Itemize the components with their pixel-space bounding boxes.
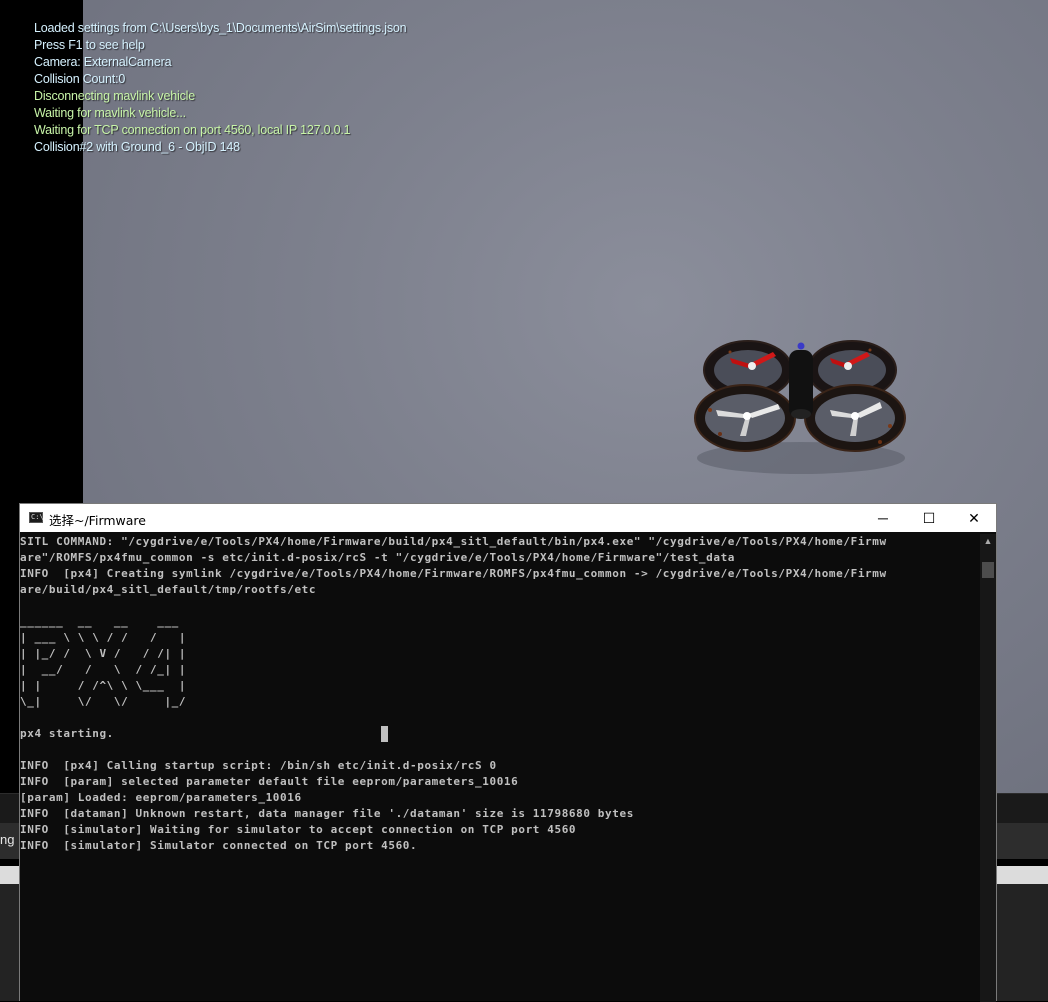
terminal-titlebar[interactable]: C:\ 选择~/Firmware ─ ☐ ✕	[20, 504, 996, 532]
overlay-line: Collision#2 with Ground_6 - ObjID 148	[34, 140, 240, 154]
console-line: INFO [px4] Calling startup script: /bin/…	[20, 759, 497, 772]
console-line: INFO [param] selected parameter default …	[20, 775, 519, 788]
console-icon-label: C:\	[31, 513, 44, 521]
ascii-logo-line: ______ __ __ ___	[20, 615, 179, 628]
overlay-line: Camera: ExternalCamera	[34, 55, 172, 69]
ascii-logo-line: | | / /^\ \ \___ |	[20, 679, 187, 692]
vertical-scrollbar[interactable]: ▲	[980, 534, 996, 1002]
overlay-line: Disconnecting mavlink vehicle	[34, 89, 195, 103]
window-title: 选择~/Firmware	[49, 513, 146, 528]
terminal-window[interactable]: C:\ 选择~/Firmware ─ ☐ ✕ SITL COMMAND: "/c…	[19, 503, 997, 1002]
console-line: INFO [dataman] Unknown restart, data man…	[20, 807, 634, 820]
text-cursor	[381, 726, 388, 742]
scroll-up-arrow-icon[interactable]: ▲	[980, 534, 996, 548]
console-line: are/build/px4_sitl_default/tmp/rootfs/et…	[20, 583, 317, 596]
ascii-logo-line: | __/ / \ / /_| |	[20, 663, 187, 676]
minimize-button[interactable]: ─	[860, 504, 906, 532]
console-line: SITL COMMAND: "/cygdrive/e/Tools/PX4/hom…	[20, 535, 887, 548]
close-icon: ✕	[968, 510, 980, 526]
overlay-line: Waiting for mavlink vehicle...	[34, 106, 186, 120]
quadcopter-drone	[694, 340, 906, 474]
console-icon: C:\	[29, 512, 44, 523]
overlay-line: Loaded settings from C:\Users\bys_1\Docu…	[34, 21, 407, 35]
console-line: px4 starting.	[20, 727, 114, 740]
overlay-line: Collision Count:0	[34, 72, 126, 86]
airsim-status-overlay: Loaded settings from C:\Users\bys_1\Docu…	[34, 20, 407, 156]
console-line: are"/ROMFS/px4fmu_common -s etc/init.d-p…	[20, 551, 736, 564]
close-button[interactable]: ✕	[951, 504, 997, 532]
maximize-button[interactable]: ☐	[906, 504, 952, 532]
ascii-logo-line: | |_/ / \ V / / /| |	[20, 647, 187, 660]
editor-edge-text: ng	[0, 832, 15, 847]
console-line: INFO [px4] Creating symlink /cygdrive/e/…	[20, 567, 887, 580]
minimize-icon: ─	[878, 510, 888, 526]
overlay-line: Press F1 to see help	[34, 38, 145, 52]
scroll-thumb[interactable]	[982, 562, 994, 578]
console-line: INFO [simulator] Waiting for simulator t…	[20, 823, 577, 836]
ascii-logo-line: | ___ \ \ \ / / / |	[20, 631, 187, 644]
ascii-logo-line: \_| \/ \/ |_/	[20, 695, 187, 708]
overlay-line: Waiting for TCP connection on port 4560,…	[34, 123, 351, 137]
maximize-icon: ☐	[922, 510, 936, 526]
console-line: INFO [simulator] Simulator connected on …	[20, 839, 418, 852]
console-line: [param] Loaded: eeprom/parameters_10016	[20, 791, 302, 804]
console-output[interactable]: SITL COMMAND: "/cygdrive/e/Tools/PX4/hom…	[20, 534, 980, 1002]
